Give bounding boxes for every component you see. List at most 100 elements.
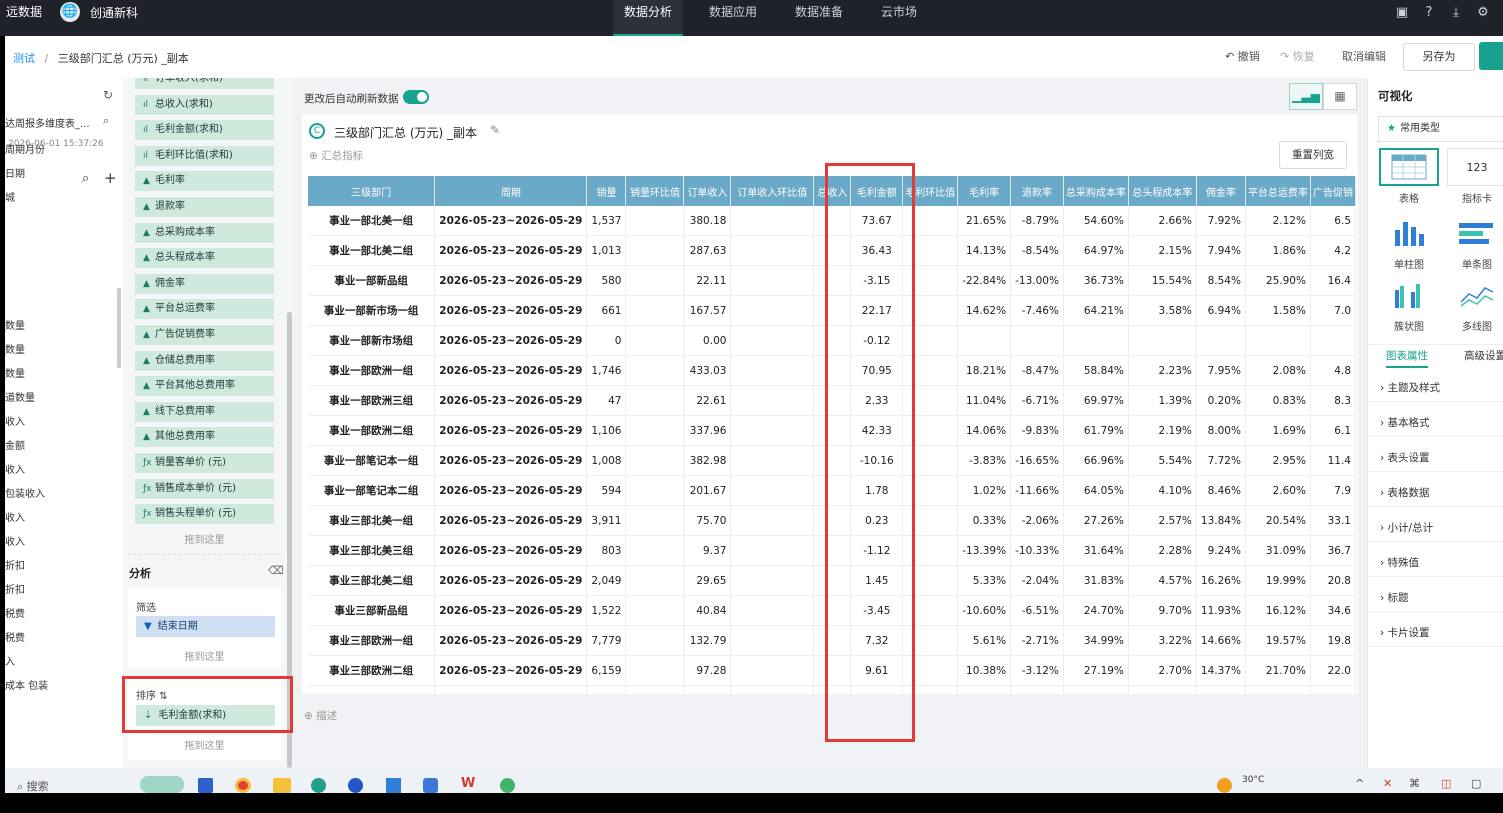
taskbar-search[interactable]: ⌕ 搜索 <box>17 778 49 794</box>
chart-type-table[interactable]: 表格 <box>1378 148 1440 205</box>
chart-title[interactable]: 三级部门汇总 (万元) _副本 <box>334 124 477 141</box>
download-icon[interactable]: ⤓ <box>1447 5 1465 21</box>
dataset-field[interactable]: 数量 <box>5 317 25 332</box>
filter-drop-zone[interactable]: 拖到这里 <box>128 648 281 663</box>
property-section[interactable]: › 表头设置 <box>1380 450 1430 465</box>
widget-icon[interactable] <box>140 776 184 793</box>
auto-refresh-toggle[interactable] <box>403 90 429 104</box>
table-header-cell[interactable]: 毛利率 <box>957 176 1012 206</box>
tray-clock-icon[interactable]: ▢ <box>1471 777 1481 790</box>
measure-field[interactable]: ıl 总收入(求和) <box>135 94 274 115</box>
dataset-search-icon[interactable]: ⌕ <box>103 114 109 128</box>
save-as-button[interactable]: 另存为 <box>1403 43 1475 71</box>
summary-metric-button[interactable]: ⊕ 汇总指标 <box>309 148 363 163</box>
table-header-cell[interactable]: 平台总运费率 <box>1245 176 1311 206</box>
dataset-field[interactable]: 日期 <box>5 165 25 180</box>
measure-field[interactable]: ƒx 销量客单价 (元) <box>135 453 274 473</box>
save-button[interactable] <box>1479 42 1503 70</box>
dataset-field[interactable]: 收入 <box>5 509 25 524</box>
dataset-name[interactable]: 达周报多维度表_... <box>5 115 90 130</box>
undo-button[interactable]: ↶ 撤销 <box>1225 47 1260 67</box>
measure-field[interactable]: ▲ 平台其他总费用率 <box>135 376 274 397</box>
table-header-cell[interactable]: 三级部门 <box>308 176 436 206</box>
dataset-field[interactable]: 收入 <box>5 461 25 476</box>
table-header-cell[interactable]: 销量 <box>586 176 627 206</box>
property-section[interactable]: › 特殊值 <box>1380 555 1419 570</box>
dataset-field[interactable]: 折扣 <box>5 557 25 572</box>
screen-icon[interactable]: ▣ <box>1393 5 1411 21</box>
app-icon-2[interactable] <box>386 778 401 793</box>
property-section[interactable]: › 表格数据 <box>1380 485 1430 500</box>
measure-field[interactable]: ıl 毛利金额(求和) <box>135 120 274 141</box>
measure-field[interactable]: ▲ 仓储总费用率 <box>135 350 274 371</box>
dataset-field[interactable]: 成本 包装 <box>5 677 48 692</box>
dataset-field[interactable]: 税费 <box>5 629 25 644</box>
dataset-field[interactable]: 包装收入 <box>5 485 45 500</box>
chrome-icon[interactable] <box>235 778 251 793</box>
nav-data-analysis[interactable]: 数据分析 <box>613 0 683 36</box>
wechat-icon[interactable] <box>500 778 515 793</box>
edge-icon[interactable] <box>311 778 326 793</box>
folder-icon[interactable] <box>273 778 291 793</box>
table-header-cell[interactable]: 总采购成本率 <box>1063 176 1129 206</box>
dataset-scrollbar[interactable] <box>117 288 121 368</box>
measure-field[interactable]: ▲ 总采购成本率 <box>135 222 274 243</box>
table-header-cell[interactable]: 销量环比值 <box>625 176 685 206</box>
measure-field[interactable]: ▲ 平台总运费率 <box>135 299 274 320</box>
help-icon[interactable]: ? <box>1420 5 1438 21</box>
dataset-field[interactable]: 道数量 <box>5 389 35 404</box>
filter-chip-end-date[interactable]: ▼ 结束日期 <box>136 616 275 637</box>
property-section[interactable]: › 主题及样式 <box>1380 380 1440 395</box>
measure-field[interactable]: ▲ 退款率 <box>135 197 274 217</box>
cancel-edit-button[interactable]: 取消编辑 <box>1342 47 1386 67</box>
tray-app-icon-2[interactable]: ◫ <box>1441 777 1451 790</box>
chart-type-metric-card[interactable]: 123 指标卡 <box>1446 148 1503 205</box>
globe-icon[interactable]: 🌐 <box>60 2 80 22</box>
dataset-field[interactable]: 金额 <box>5 437 25 452</box>
table-header-cell[interactable]: 佣金率 <box>1196 176 1246 206</box>
nav-data-prep[interactable]: 数据准备 <box>786 0 852 36</box>
tray-network-icon[interactable]: ⌘ <box>1409 777 1420 790</box>
tab-chart-properties[interactable]: 图表属性 <box>1386 348 1428 368</box>
measure-field[interactable]: ▲ 线下总费用率 <box>135 401 274 422</box>
chart-type-single-column[interactable]: 单柱图 <box>1378 214 1440 271</box>
measure-drop-zone[interactable]: 拖到这里 <box>128 531 281 546</box>
settings-icon[interactable]: ⚙ <box>1474 5 1492 21</box>
store-icon[interactable] <box>198 778 213 793</box>
eraser-icon[interactable]: ⌫ <box>268 564 284 577</box>
table-header-cell[interactable]: 广告促销 <box>1310 176 1356 206</box>
measure-field[interactable]: ıl 订单收入(求和) <box>135 78 274 89</box>
breadcrumb-parent[interactable]: 测试 <box>13 52 35 65</box>
field-search-icon[interactable]: ⌕ <box>82 171 89 186</box>
measure-field[interactable]: ▲ 毛利率 <box>135 171 274 192</box>
measure-field[interactable]: ▲ 佣金率 <box>135 273 274 294</box>
app-icon-3[interactable] <box>423 778 438 793</box>
measure-field[interactable]: ƒx 销售头程单价 (元) <box>135 504 274 525</box>
describe-button[interactable]: ⊕ 描述 <box>304 708 337 723</box>
table-header-cell[interactable]: 总头程成本率 <box>1128 176 1197 206</box>
nav-cloud-market[interactable]: 云市场 <box>872 0 926 36</box>
tab-advanced-settings[interactable]: 高级设置 <box>1464 348 1503 363</box>
chart-type-clustered[interactable]: 簇状图 <box>1378 276 1440 333</box>
table-header-cell[interactable]: 订单收入环比值 <box>730 176 815 206</box>
property-section[interactable]: › 小计/总计 <box>1380 520 1433 535</box>
dataset-field[interactable]: 入 <box>5 653 15 668</box>
property-section[interactable]: › 标题 <box>1380 590 1409 605</box>
reset-width-button[interactable]: 重置列宽 <box>1279 141 1347 169</box>
property-section[interactable]: › 基本格式 <box>1380 415 1430 430</box>
measure-field[interactable]: ▲ 总头程成本率 <box>135 248 274 269</box>
project-name[interactable]: 创通新科 <box>90 4 138 21</box>
measure-field[interactable]: ıl 毛利环比值(求和) <box>135 145 274 166</box>
dataset-field[interactable]: 折扣 <box>5 581 25 596</box>
dataset-field[interactable]: 城 <box>5 189 15 204</box>
common-types-dropdown[interactable]: ★ 常用类型 <box>1378 116 1503 142</box>
table-header-cell[interactable]: 订单收入 <box>683 176 732 206</box>
edit-title-icon[interactable]: ✎ <box>490 123 500 137</box>
dataset-field[interactable]: 数量 <box>5 341 25 356</box>
dataset-field[interactable]: 税费 <box>5 605 25 620</box>
sort-drop-zone[interactable]: 拖到这里 <box>128 737 281 752</box>
redo-button[interactable]: ↷ 恢复 <box>1280 47 1315 67</box>
chart-view-button[interactable]: ▁▃▅ <box>1289 83 1323 110</box>
property-section[interactable]: › 卡片设置 <box>1380 625 1430 640</box>
dataset-field[interactable]: 收入 <box>5 413 25 428</box>
